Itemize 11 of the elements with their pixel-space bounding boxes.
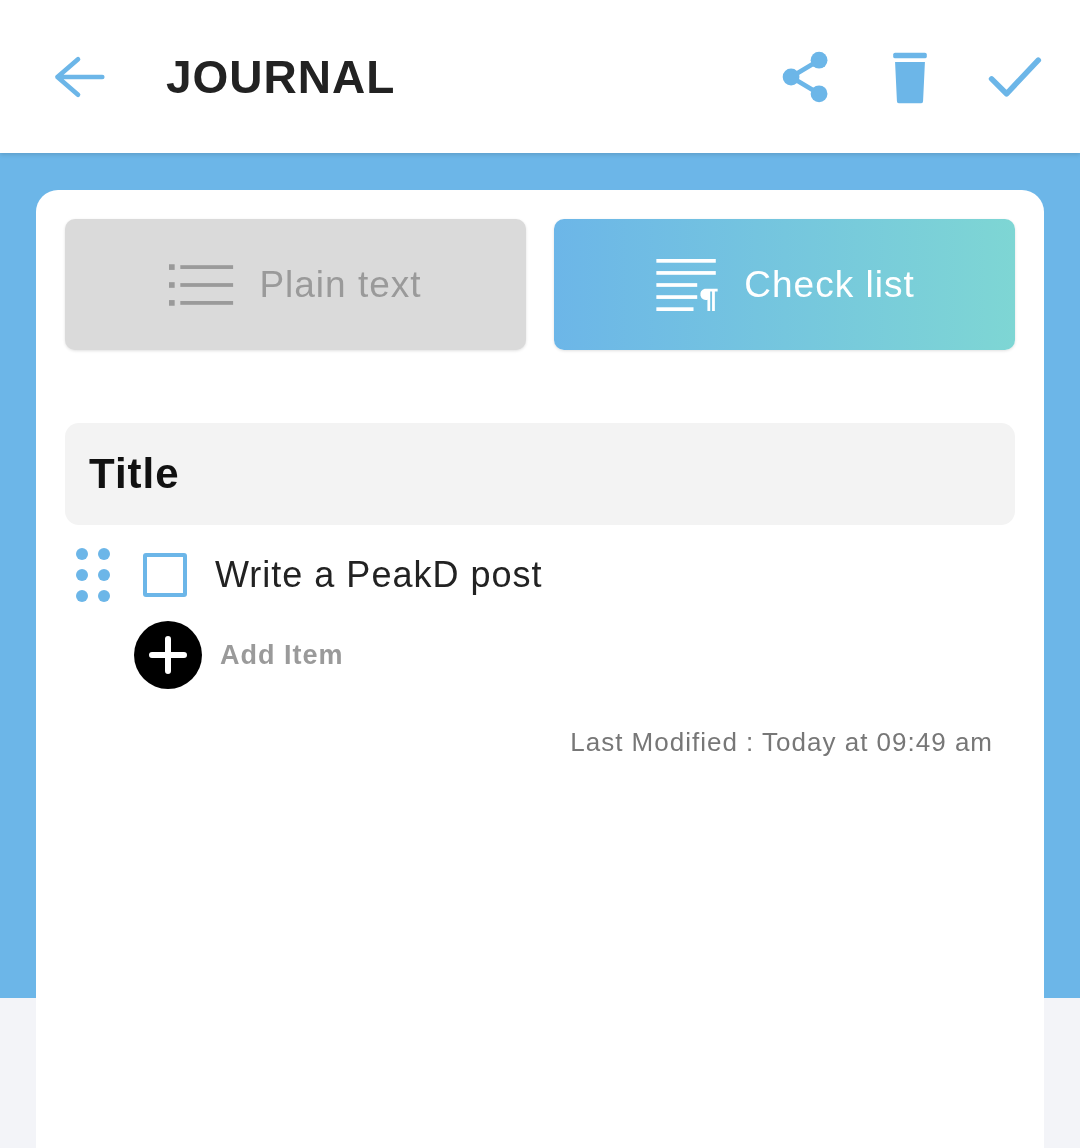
drag-handle-icon[interactable] (75, 547, 111, 603)
last-modified-text: Last Modified : Today at 09:49 am (570, 727, 993, 758)
add-item-button[interactable]: Add Item (134, 621, 344, 689)
mode-tab[interactable]: Plain text (65, 219, 526, 350)
checkbox[interactable] (143, 553, 187, 597)
plus-icon (134, 621, 202, 689)
paragraph-list-icon (654, 258, 721, 311)
title-field[interactable]: Title (65, 423, 1015, 525)
page-title: JOURNAL (166, 49, 396, 104)
item-text: Write a PeakD post (215, 554, 543, 596)
mode-tab[interactable]: Check list (554, 219, 1015, 350)
